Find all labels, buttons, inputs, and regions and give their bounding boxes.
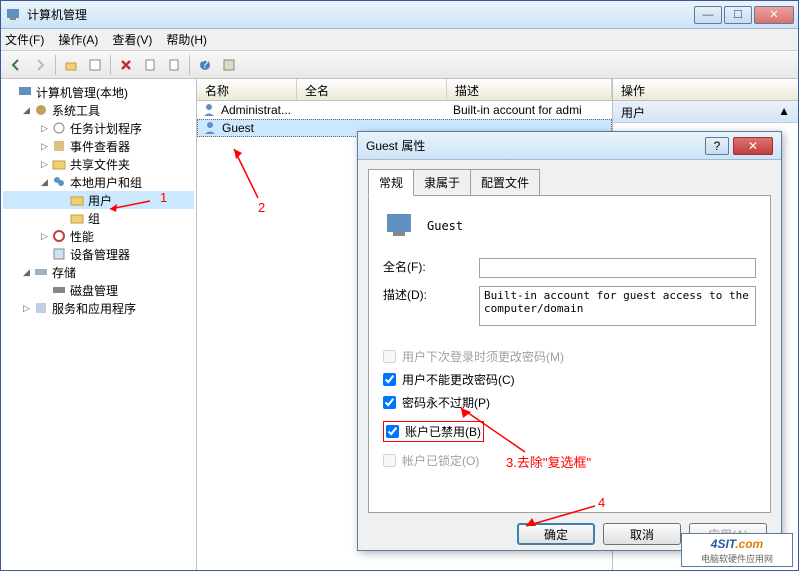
menu-file[interactable]: 文件(F) bbox=[5, 31, 44, 48]
ok-button[interactable]: 确定 bbox=[517, 523, 595, 545]
minimize-button[interactable]: — bbox=[694, 6, 722, 24]
main-titlebar[interactable]: 计算机管理 — ☐ ✕ bbox=[1, 1, 798, 29]
cancel-button[interactable]: 取消 bbox=[603, 523, 681, 545]
tab-strip: 常规 隶属于 配置文件 bbox=[358, 160, 781, 195]
actions-item-users[interactable]: 用户 ▲ bbox=[613, 101, 798, 123]
check-password-never-expires[interactable]: 密码永不过期(P) bbox=[383, 394, 756, 411]
user-icon bbox=[201, 102, 217, 118]
checkbox-account-locked bbox=[383, 454, 396, 467]
col-fullname[interactable]: 全名 bbox=[297, 79, 447, 100]
watermark: 4SIT.com 电脑软硬件应用网 bbox=[681, 533, 793, 567]
doc-button[interactable] bbox=[139, 54, 161, 76]
tree-task-scheduler[interactable]: ▷任务计划程序 bbox=[3, 119, 194, 137]
chevron-up-icon: ▲ bbox=[778, 104, 790, 119]
tab-memberof[interactable]: 隶属于 bbox=[413, 169, 471, 196]
check-account-disabled[interactable]: 账户已禁用(B) bbox=[383, 421, 484, 442]
tab-content-general: Guest 全名(F): 描述(D): Built-in account for… bbox=[368, 195, 771, 513]
dialog-help-button[interactable]: ? bbox=[705, 137, 729, 155]
tree-disk-management[interactable]: 磁盘管理 bbox=[3, 281, 194, 299]
tree-panel: 计算机管理(本地) ◢系统工具 ▷任务计划程序 ▷事件查看器 ▷共享文件夹 ◢本… bbox=[1, 79, 197, 570]
tree-system-tools[interactable]: ◢系统工具 bbox=[3, 101, 194, 119]
col-desc[interactable]: 描述 bbox=[447, 79, 612, 100]
checkbox-cannot-change[interactable] bbox=[383, 373, 396, 386]
tree-shared-folders[interactable]: ▷共享文件夹 bbox=[3, 155, 194, 173]
list-row-administrator[interactable]: Administrat... Built-in account for admi bbox=[197, 101, 612, 119]
checkbox-must-change bbox=[383, 350, 396, 363]
tree-users[interactable]: 用户 bbox=[3, 191, 194, 209]
tab-profile[interactable]: 配置文件 bbox=[470, 169, 540, 196]
username-display: Guest bbox=[427, 219, 463, 233]
list-header: 名称 全名 描述 bbox=[197, 79, 612, 101]
dialog-title: Guest 属性 bbox=[366, 137, 705, 154]
check-must-change-password: 用户下次登录时须更改密码(M) bbox=[383, 348, 756, 365]
properties-button[interactable] bbox=[84, 54, 106, 76]
checkbox-never-expires[interactable] bbox=[383, 396, 396, 409]
user-large-icon bbox=[383, 210, 415, 242]
description-label: 描述(D): bbox=[383, 286, 479, 303]
tree-storage[interactable]: ◢存储 bbox=[3, 263, 194, 281]
app-icon bbox=[5, 7, 21, 23]
extra-button[interactable] bbox=[218, 54, 240, 76]
fullname-input[interactable] bbox=[479, 258, 756, 278]
fullname-label: 全名(F): bbox=[383, 258, 479, 275]
up-button[interactable] bbox=[60, 54, 82, 76]
user-icon bbox=[202, 120, 218, 136]
close-button[interactable]: ✕ bbox=[754, 6, 794, 24]
back-button[interactable] bbox=[5, 54, 27, 76]
dialog-close-button[interactable]: ✕ bbox=[733, 137, 773, 155]
actions-header: 操作 bbox=[613, 79, 798, 101]
doc2-button[interactable] bbox=[163, 54, 185, 76]
tree-local-users-groups[interactable]: ◢本地用户和组 bbox=[3, 173, 194, 191]
help-button[interactable]: ? bbox=[194, 54, 216, 76]
menubar: 文件(F) 操作(A) 查看(V) 帮助(H) bbox=[1, 29, 798, 51]
check-cannot-change-password[interactable]: 用户不能更改密码(C) bbox=[383, 371, 756, 388]
delete-button[interactable] bbox=[115, 54, 137, 76]
maximize-button[interactable]: ☐ bbox=[724, 6, 752, 24]
col-name[interactable]: 名称 bbox=[197, 79, 297, 100]
tree-device-manager[interactable]: 设备管理器 bbox=[3, 245, 194, 263]
menu-view[interactable]: 查看(V) bbox=[112, 31, 152, 48]
toolbar: ? bbox=[1, 51, 798, 79]
description-input[interactable]: Built-in account for guest access to the… bbox=[479, 286, 756, 326]
window-title: 计算机管理 bbox=[27, 6, 694, 23]
svg-text:?: ? bbox=[202, 58, 209, 71]
check-account-locked: 帐户已锁定(O) bbox=[383, 452, 756, 469]
tree-groups[interactable]: 组 bbox=[3, 209, 194, 227]
menu-help[interactable]: 帮助(H) bbox=[166, 31, 207, 48]
tree-performance[interactable]: ▷性能 bbox=[3, 227, 194, 245]
tree-root[interactable]: 计算机管理(本地) bbox=[3, 83, 194, 101]
checkbox-account-disabled[interactable] bbox=[386, 425, 399, 438]
forward-button[interactable] bbox=[29, 54, 51, 76]
dialog-titlebar[interactable]: Guest 属性 ? ✕ bbox=[358, 132, 781, 160]
properties-dialog: Guest 属性 ? ✕ 常规 隶属于 配置文件 Guest 全名(F): 描述… bbox=[357, 131, 782, 551]
menu-action[interactable]: 操作(A) bbox=[58, 31, 98, 48]
tree-event-viewer[interactable]: ▷事件查看器 bbox=[3, 137, 194, 155]
tree-services-apps[interactable]: ▷服务和应用程序 bbox=[3, 299, 194, 317]
tab-general[interactable]: 常规 bbox=[368, 169, 414, 196]
